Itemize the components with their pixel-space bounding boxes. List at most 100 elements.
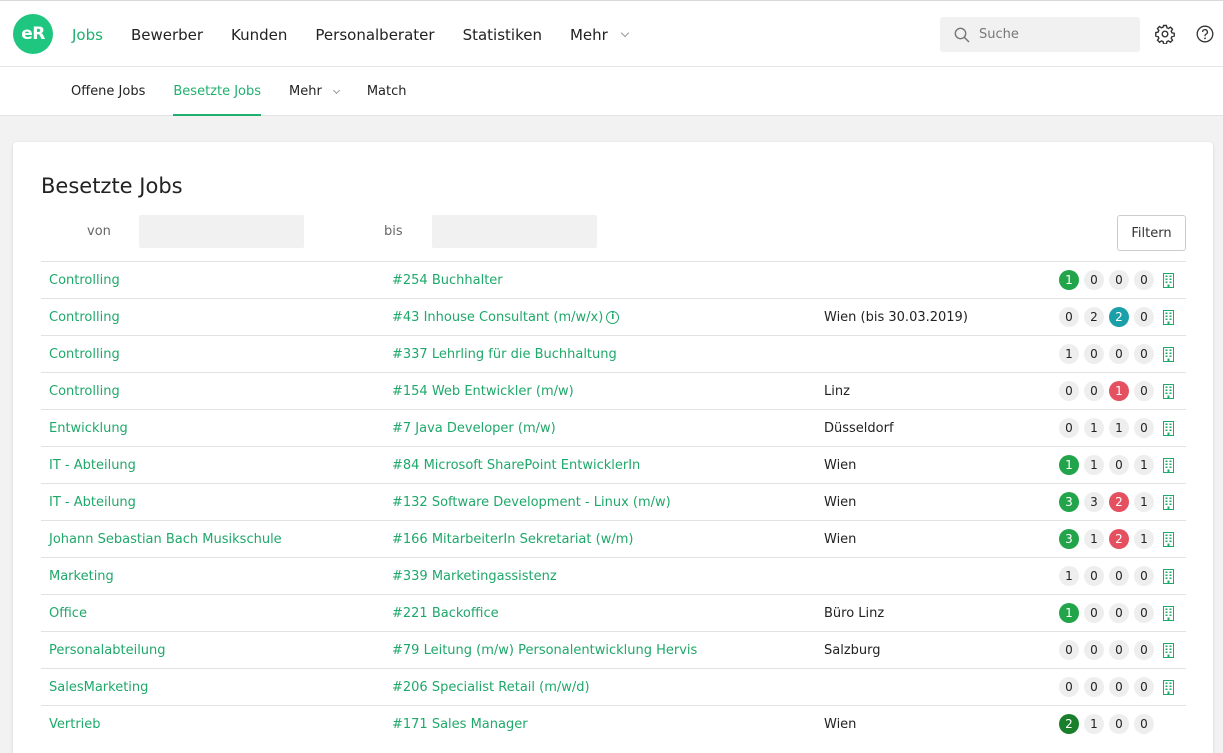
count-badge[interactable]: 0	[1134, 603, 1154, 623]
table-row[interactable]: SalesMarketing #206 Specialist Retail (m/…	[41, 668, 1186, 705]
table-row[interactable]: Personalabteilung #79 Leitung (m/w) Perso…	[41, 631, 1186, 668]
count-badge[interactable]: 0	[1109, 677, 1129, 697]
nav-item-kunden[interactable]: Kunden	[231, 26, 287, 44]
count-badge[interactable]: 0	[1084, 566, 1104, 586]
count-badge[interactable]: 0	[1109, 640, 1129, 660]
info-icon[interactable]: i	[606, 310, 620, 324]
count-badge[interactable]: 0	[1134, 714, 1154, 734]
nav-item-jobs[interactable]: Jobs	[72, 26, 103, 44]
department-link[interactable]: Marketing	[49, 558, 114, 594]
department-link[interactable]: Controlling	[49, 262, 120, 298]
count-badge[interactable]: 0	[1059, 418, 1079, 438]
building-icon[interactable]	[1162, 384, 1175, 399]
count-badge[interactable]: 0	[1084, 677, 1104, 697]
table-row[interactable]: Controlling #154 Web Entwickler (m/w) Linz…	[41, 372, 1186, 409]
count-badge[interactable]: 0	[1134, 307, 1154, 327]
job-link[interactable]: #84 Microsoft SharePoint EntwicklerIn	[392, 447, 640, 483]
building-icon[interactable]	[1162, 310, 1175, 325]
count-badge[interactable]: 1	[1134, 455, 1154, 475]
search-box[interactable]	[940, 17, 1140, 52]
to-date-input[interactable]	[432, 215, 597, 248]
job-link[interactable]: #206 Specialist Retail (m/w/d)	[392, 669, 590, 705]
count-badge[interactable]: 0	[1134, 566, 1154, 586]
job-link[interactable]: #43 Inhouse Consultant (m/w/x) i	[392, 299, 620, 335]
job-link[interactable]: #79 Leitung (m/w) Personalentwicklung He…	[392, 632, 697, 668]
count-badge[interactable]: 0	[1109, 603, 1129, 623]
count-badge[interactable]: 1	[1084, 714, 1104, 734]
count-badge[interactable]: 2	[1059, 714, 1079, 734]
job-link[interactable]: #339 Marketingassistenz	[392, 558, 557, 594]
filter-button[interactable]: Filtern	[1117, 215, 1186, 251]
count-badge[interactable]: 2	[1084, 307, 1104, 327]
department-link[interactable]: Entwicklung	[49, 410, 128, 446]
gear-icon[interactable]	[1155, 24, 1175, 44]
count-badge[interactable]: 1	[1059, 566, 1079, 586]
count-badge[interactable]: 0	[1084, 270, 1104, 290]
count-badge[interactable]: 1	[1059, 603, 1079, 623]
count-badge[interactable]: 0	[1109, 270, 1129, 290]
building-icon[interactable]	[1162, 680, 1175, 695]
app-logo[interactable]: eR	[13, 14, 53, 54]
table-row[interactable]: Controlling #43 Inhouse Consultant (m/w/x…	[41, 298, 1186, 335]
count-badge[interactable]: 1	[1084, 455, 1104, 475]
table-row[interactable]: Vertrieb #171 Sales Manager Wien 2 1 0 0	[41, 705, 1186, 742]
job-link[interactable]: #337 Lehrling für die Buchhaltung	[392, 336, 617, 372]
nav-item-statistiken[interactable]: Statistiken	[463, 26, 542, 44]
count-badge[interactable]: 0	[1109, 344, 1129, 364]
nav-item-mehr[interactable]: Mehr	[570, 26, 630, 44]
count-badge[interactable]: 2	[1109, 307, 1129, 327]
tab-besetzte-jobs[interactable]: Besetzte Jobs	[173, 67, 261, 116]
count-badge[interactable]: 0	[1059, 640, 1079, 660]
building-icon[interactable]	[1162, 421, 1175, 436]
building-icon[interactable]	[1162, 569, 1175, 584]
count-badge[interactable]: 0	[1084, 344, 1104, 364]
job-link[interactable]: #7 Java Developer (m/w)	[392, 410, 556, 446]
department-link[interactable]: Office	[49, 595, 87, 631]
job-link[interactable]: #254 Buchhalter	[392, 262, 503, 298]
search-input[interactable]	[979, 27, 1129, 42]
count-badge[interactable]: 1	[1109, 381, 1129, 401]
count-badge[interactable]: 1	[1059, 344, 1079, 364]
count-badge[interactable]: 1	[1109, 418, 1129, 438]
count-badge[interactable]: 0	[1084, 603, 1104, 623]
count-badge[interactable]: 0	[1059, 677, 1079, 697]
building-icon[interactable]	[1162, 495, 1175, 510]
count-badge[interactable]: 0	[1134, 418, 1154, 438]
department-link[interactable]: Vertrieb	[49, 706, 101, 742]
help-icon[interactable]	[1196, 25, 1214, 43]
count-badge[interactable]: 0	[1059, 381, 1079, 401]
count-badge[interactable]: 0	[1134, 381, 1154, 401]
job-link[interactable]: #221 Backoffice	[392, 595, 499, 631]
count-badge[interactable]: 0	[1109, 566, 1129, 586]
department-link[interactable]: Controlling	[49, 336, 120, 372]
count-badge[interactable]: 2	[1109, 492, 1129, 512]
department-link[interactable]: Personalabteilung	[49, 632, 166, 668]
count-badge[interactable]: 3	[1059, 529, 1079, 549]
building-icon[interactable]	[1162, 458, 1175, 473]
count-badge[interactable]: 1	[1134, 529, 1154, 549]
job-link[interactable]: #166 MitarbeiterIn Sekretariat (w/m)	[392, 521, 633, 557]
count-badge[interactable]: 1	[1134, 492, 1154, 512]
count-badge[interactable]: 0	[1134, 640, 1154, 660]
department-link[interactable]: Controlling	[49, 299, 120, 335]
count-badge[interactable]: 3	[1059, 492, 1079, 512]
building-icon[interactable]	[1162, 273, 1175, 288]
count-badge[interactable]: 0	[1059, 307, 1079, 327]
building-icon[interactable]	[1162, 643, 1175, 658]
count-badge[interactable]: 1	[1084, 418, 1104, 438]
table-row[interactable]: Johann Sebastian Bach Musikschule #166 Mi…	[41, 520, 1186, 557]
count-badge[interactable]: 2	[1109, 529, 1129, 549]
building-icon[interactable]	[1162, 347, 1175, 362]
nav-item-personalberater[interactable]: Personalberater	[315, 26, 434, 44]
tab-mehr[interactable]: Mehr	[289, 67, 340, 116]
department-link[interactable]: SalesMarketing	[49, 669, 148, 705]
count-badge[interactable]: 3	[1084, 492, 1104, 512]
department-link[interactable]: IT - Abteilung	[49, 447, 136, 483]
count-badge[interactable]: 0	[1084, 640, 1104, 660]
count-badge[interactable]: 0	[1134, 344, 1154, 364]
tab-match[interactable]: Match	[367, 67, 407, 116]
from-date-input[interactable]	[139, 215, 304, 248]
table-row[interactable]: Entwicklung #7 Java Developer (m/w) Düssel…	[41, 409, 1186, 446]
count-badge[interactable]: 0	[1109, 455, 1129, 475]
count-badge[interactable]: 0	[1109, 714, 1129, 734]
